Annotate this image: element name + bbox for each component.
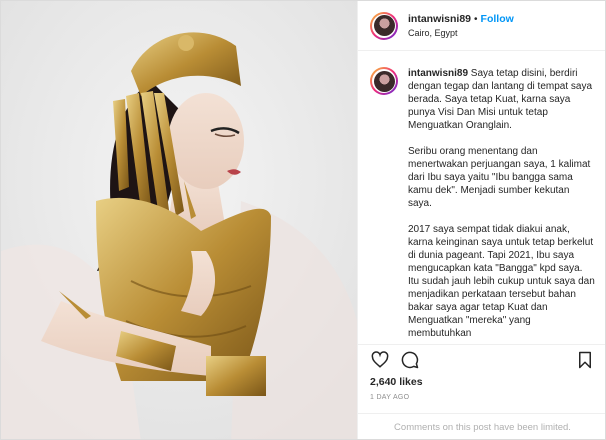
likes-count[interactable]: 2,640 likes <box>370 376 423 388</box>
follow-button[interactable]: Follow <box>481 13 514 25</box>
caption-paragraph-1: intanwisni89 Saya tetap disini, berdiri … <box>408 67 595 132</box>
caption-paragraph-2: Seribu orang menentang dan menertwakan p… <box>408 146 591 209</box>
caption-area: intanwisni89 Saya tetap disini, berdiri … <box>358 52 605 343</box>
post-image <box>1 1 357 439</box>
instagram-post: intanwisni89 • Follow Cairo, Egypt intanwi… <box>0 0 606 440</box>
caption-paragraph-3: 2017 saya sempat tidak diakui anak, karn… <box>408 224 595 339</box>
bookmark-icon[interactable] <box>573 348 597 372</box>
action-bar <box>358 344 605 374</box>
comments-limited-notice: Comments on this post have been limited. <box>358 413 605 439</box>
post-timestamp[interactable]: 1 DAY AGO <box>370 394 409 401</box>
post-photo[interactable] <box>1 1 357 439</box>
post-side-panel: intanwisni89 • Follow Cairo, Egypt intanwi… <box>357 1 605 439</box>
separator-dot: • <box>474 14 478 25</box>
caption-text: intanwisni89 Saya tetap disini, berdiri … <box>408 67 595 343</box>
username-link[interactable]: intanwisni89 <box>408 13 471 25</box>
post-header: intanwisni89 • Follow Cairo, Egypt <box>358 1 605 51</box>
header-text: intanwisni89 • Follow Cairo, Egypt <box>408 11 514 40</box>
comment-icon[interactable] <box>398 348 422 372</box>
caption-avatar[interactable] <box>370 67 398 95</box>
location-link[interactable]: Cairo, Egypt <box>408 27 514 40</box>
avatar[interactable] <box>370 11 398 40</box>
caption-username[interactable]: intanwisni89 <box>408 68 468 79</box>
heart-icon[interactable] <box>368 348 392 372</box>
